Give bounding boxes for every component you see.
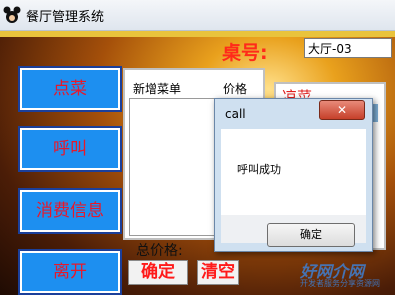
dialog-ok-button[interactable]: 确定 xyxy=(267,223,355,247)
leave-button[interactable]: 离开 xyxy=(18,249,122,295)
title-bar: 餐厅管理系统 xyxy=(0,0,395,31)
total-price-label: 总价格: xyxy=(136,243,183,259)
mickey-app-icon xyxy=(3,6,21,23)
table-number-field[interactable]: 大厅-03 xyxy=(304,38,392,58)
col-header-dish: 新增菜单 xyxy=(133,82,182,96)
close-icon[interactable]: ✕ xyxy=(319,100,365,120)
consumption-info-button[interactable]: 消费信息 xyxy=(18,188,122,234)
confirm-button[interactable]: 确定 xyxy=(128,260,188,285)
top-stripe xyxy=(0,31,395,37)
table-number-label: 桌号: xyxy=(222,42,268,64)
order-button[interactable]: 点菜 xyxy=(18,66,122,112)
col-header-price: 价格 xyxy=(223,82,248,96)
dialog-title: call xyxy=(225,107,246,121)
clear-button[interactable]: 清空 xyxy=(197,260,239,285)
watermark-caption: 开发者服务分享资源网 xyxy=(300,279,380,288)
call-button[interactable]: 呼叫 xyxy=(18,126,122,172)
window-title: 餐厅管理系统 xyxy=(26,10,105,25)
dialog-message: 呼叫成功 xyxy=(237,163,281,176)
call-dialog: call ✕ 呼叫成功 确定 xyxy=(214,98,373,252)
